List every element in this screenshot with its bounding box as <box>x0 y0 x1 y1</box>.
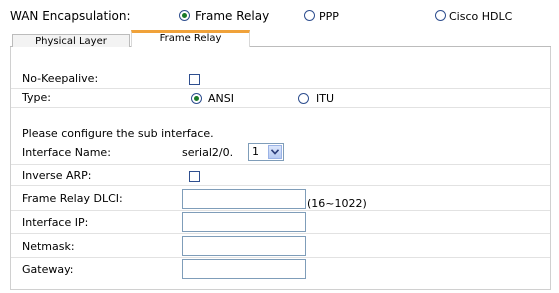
ansi-radio-label: ANSI <box>208 92 234 105</box>
inverse-arp-label: Inverse ARP: <box>22 169 92 182</box>
netmask-input[interactable] <box>182 236 306 256</box>
sub-interface-heading: Please configure the sub interface. <box>22 127 214 140</box>
itu-radio-label: ITU <box>316 92 335 105</box>
dlci-input[interactable] <box>182 189 306 209</box>
row-divider <box>11 233 550 234</box>
row-divider <box>11 107 550 108</box>
frame-relay-radio-label: Frame Relay <box>195 9 270 23</box>
ppp-radio-label: PPP <box>319 10 339 23</box>
dlci-label: Frame Relay DLCI: <box>22 192 123 205</box>
interface-ip-input[interactable] <box>182 212 306 232</box>
row-divider <box>11 88 550 89</box>
type-label: Type: <box>22 91 51 104</box>
itu-radio[interactable] <box>298 93 309 104</box>
dlci-range-hint: (16~1022) <box>307 197 367 210</box>
gateway-input[interactable] <box>182 259 306 279</box>
inverse-arp-checkbox[interactable] <box>189 171 200 182</box>
row-divider <box>11 210 550 211</box>
tab-frame-relay[interactable]: Frame Relay <box>131 30 250 47</box>
tab-physical-layer[interactable]: Physical Layer <box>12 34 130 47</box>
frame-relay-radio[interactable] <box>179 10 190 21</box>
netmask-label: Netmask: <box>22 240 75 253</box>
interface-number-value: 1 <box>252 145 259 158</box>
ppp-radio[interactable] <box>304 10 315 21</box>
row-divider <box>11 164 550 165</box>
no-keepalive-checkbox[interactable] <box>189 74 200 85</box>
row-divider <box>11 185 550 186</box>
no-keepalive-label: No-Keepalive: <box>22 72 99 85</box>
interface-ip-label: Interface IP: <box>22 216 89 229</box>
gateway-label: Gateway: <box>22 263 74 276</box>
cisco-hdlc-radio-label: Cisco HDLC <box>449 10 513 23</box>
dropdown-button[interactable] <box>268 145 282 159</box>
interface-name-label: Interface Name: <box>22 146 111 159</box>
ansi-radio[interactable] <box>191 93 202 104</box>
chevron-down-icon <box>271 149 279 155</box>
wan-encapsulation-label: WAN Encapsulation: <box>10 9 131 23</box>
interface-prefix: serial2/0. <box>182 146 234 159</box>
cisco-hdlc-radio[interactable] <box>435 10 446 21</box>
interface-number-select[interactable]: 1 <box>248 143 284 161</box>
row-divider <box>11 257 550 258</box>
